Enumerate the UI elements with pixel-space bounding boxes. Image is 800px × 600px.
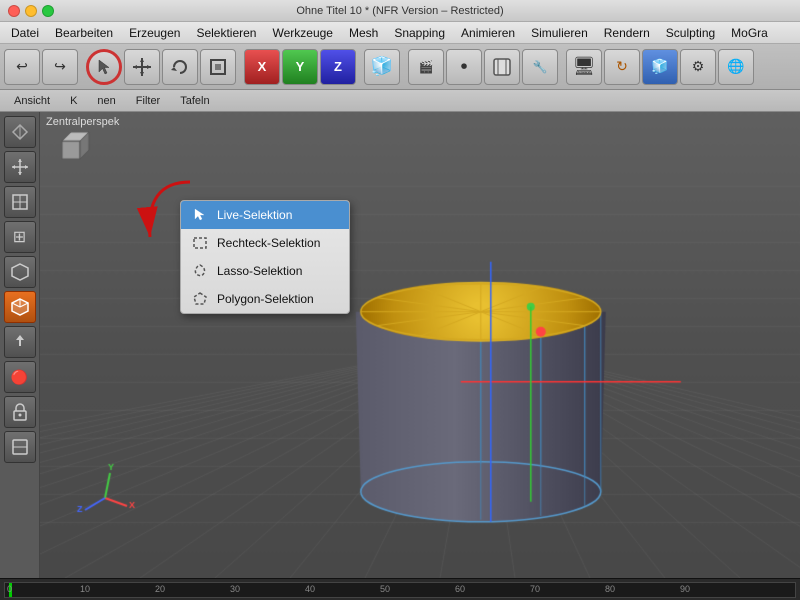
tick-90: 90	[680, 584, 690, 594]
anim-tool-4[interactable]: 🔧	[522, 49, 558, 85]
render-btn-4[interactable]: ⚙	[680, 49, 716, 85]
menu-rendern[interactable]: Rendern	[597, 24, 657, 42]
dropdown-item-rect[interactable]: Rechteck-Selektion	[181, 229, 349, 257]
anim-tool-1[interactable]: 🎬	[408, 49, 444, 85]
tick-0: 0	[7, 584, 12, 594]
sidebar-btn-scale[interactable]	[4, 186, 36, 218]
object-tool-button[interactable]: 🧊	[364, 49, 400, 85]
minimize-button[interactable]	[25, 5, 37, 17]
menu-datei[interactable]: Datei	[4, 24, 46, 42]
axis-x-button[interactable]: X	[244, 49, 280, 85]
sidebar-btn-object[interactable]	[4, 256, 36, 288]
tick-20: 20	[155, 584, 165, 594]
sidebar-btn-move[interactable]	[4, 151, 36, 183]
lasso-selection-label: Lasso-Selektion	[217, 264, 302, 278]
move-tool-button[interactable]	[124, 49, 160, 85]
polygon-selection-label: Polygon-Selektion	[217, 292, 314, 306]
dropdown-item-polygon[interactable]: Polygon-Selektion	[181, 285, 349, 313]
axis-z-button[interactable]: Z	[320, 49, 356, 85]
undo-button[interactable]: ↩	[4, 49, 40, 85]
menu-simulieren[interactable]: Simulieren	[524, 24, 595, 42]
menu-snapping[interactable]: Snapping	[387, 24, 452, 42]
menu-mesh[interactable]: Mesh	[342, 24, 385, 42]
window-controls	[0, 5, 54, 17]
viewport-canvas	[40, 112, 800, 578]
left-sidebar: ⊞ 🔴	[0, 112, 40, 578]
tick-10: 10	[80, 584, 90, 594]
window-title: Ohne Titel 10 * (NFR Version – Restricte…	[296, 5, 503, 17]
render-btn-3[interactable]: 🧊	[642, 49, 678, 85]
close-button[interactable]	[8, 5, 20, 17]
menu-selektieren[interactable]: Selektieren	[189, 24, 263, 42]
tick-70: 70	[530, 584, 540, 594]
maximize-button[interactable]	[42, 5, 54, 17]
render-btn-5[interactable]: 🌐	[718, 49, 754, 85]
scale-tool-button[interactable]	[200, 49, 236, 85]
sidebar-btn-active-cube[interactable]	[4, 291, 36, 323]
tick-40: 40	[305, 584, 315, 594]
rotate-tool-button[interactable]	[162, 49, 198, 85]
axis-y-button[interactable]: Y	[282, 49, 318, 85]
menubar: Datei Bearbeiten Erzeugen Selektieren We…	[0, 22, 800, 44]
tab-ansicht[interactable]: Ansicht	[6, 93, 58, 109]
anim-tool-3[interactable]	[484, 49, 520, 85]
sidebar-btn-magnet[interactable]: 🔴	[4, 361, 36, 393]
live-selection-label: Live-Selektion	[217, 208, 292, 222]
tab-tafeln[interactable]: Tafeln	[172, 93, 217, 109]
menu-animieren[interactable]: Animieren	[454, 24, 522, 42]
tab-nen[interactable]: nen	[89, 93, 123, 109]
sidebar-btn-bottom[interactable]	[4, 431, 36, 463]
dropdown-item-live[interactable]: Live-Selektion	[181, 201, 349, 229]
selection-tool-button[interactable]	[86, 49, 122, 85]
tabs-bar: Ansicht K nen Filter Tafeln	[0, 90, 800, 112]
menu-werkzeuge[interactable]: Werkzeuge	[265, 24, 339, 42]
menu-bearbeiten[interactable]: Bearbeiten	[48, 24, 120, 42]
sidebar-btn-1[interactable]	[4, 116, 36, 148]
timeline-track[interactable]: 0 10 20 30 40 50 60 70 80 90	[4, 582, 796, 598]
menu-mogra[interactable]: MoGra	[724, 24, 775, 42]
live-selection-icon	[191, 206, 209, 224]
tab-filter[interactable]: Filter	[128, 93, 168, 109]
render-btn-2[interactable]: ↻	[604, 49, 640, 85]
anim-tool-2[interactable]: ⏺	[446, 49, 482, 85]
sidebar-btn-lock[interactable]	[4, 396, 36, 428]
timeline: 0 10 20 30 40 50 60 70 80 90	[0, 578, 800, 600]
toolbar: ↩ ↪ X Y Z 🧊	[0, 44, 800, 90]
viewport-perspective-label: Zentralperspek	[46, 116, 119, 128]
viewport[interactable]: Zentralperspek Live-Selektion	[40, 112, 800, 578]
main-area: ⊞ 🔴	[0, 112, 800, 578]
redo-button[interactable]: ↪	[42, 49, 78, 85]
tick-50: 50	[380, 584, 390, 594]
sidebar-btn-checkerboard[interactable]: ⊞	[4, 221, 36, 253]
rect-selection-label: Rechteck-Selektion	[217, 236, 320, 250]
titlebar: Ohne Titel 10 * (NFR Version – Restricte…	[0, 0, 800, 22]
polygon-selection-icon	[191, 290, 209, 308]
tick-60: 60	[455, 584, 465, 594]
rect-selection-icon	[191, 234, 209, 252]
menu-erzeugen[interactable]: Erzeugen	[122, 24, 187, 42]
dropdown-item-lasso[interactable]: Lasso-Selektion	[181, 257, 349, 285]
tab-k[interactable]: K	[62, 93, 85, 109]
sidebar-btn-arrow[interactable]	[4, 326, 36, 358]
render-btn-1[interactable]: 🖥	[566, 49, 602, 85]
tick-30: 30	[230, 584, 240, 594]
selection-dropdown: Live-Selektion Rechteck-Selektion Lasso-…	[180, 200, 350, 314]
tick-80: 80	[605, 584, 615, 594]
menu-sculpting[interactable]: Sculpting	[659, 24, 722, 42]
lasso-selection-icon	[191, 262, 209, 280]
